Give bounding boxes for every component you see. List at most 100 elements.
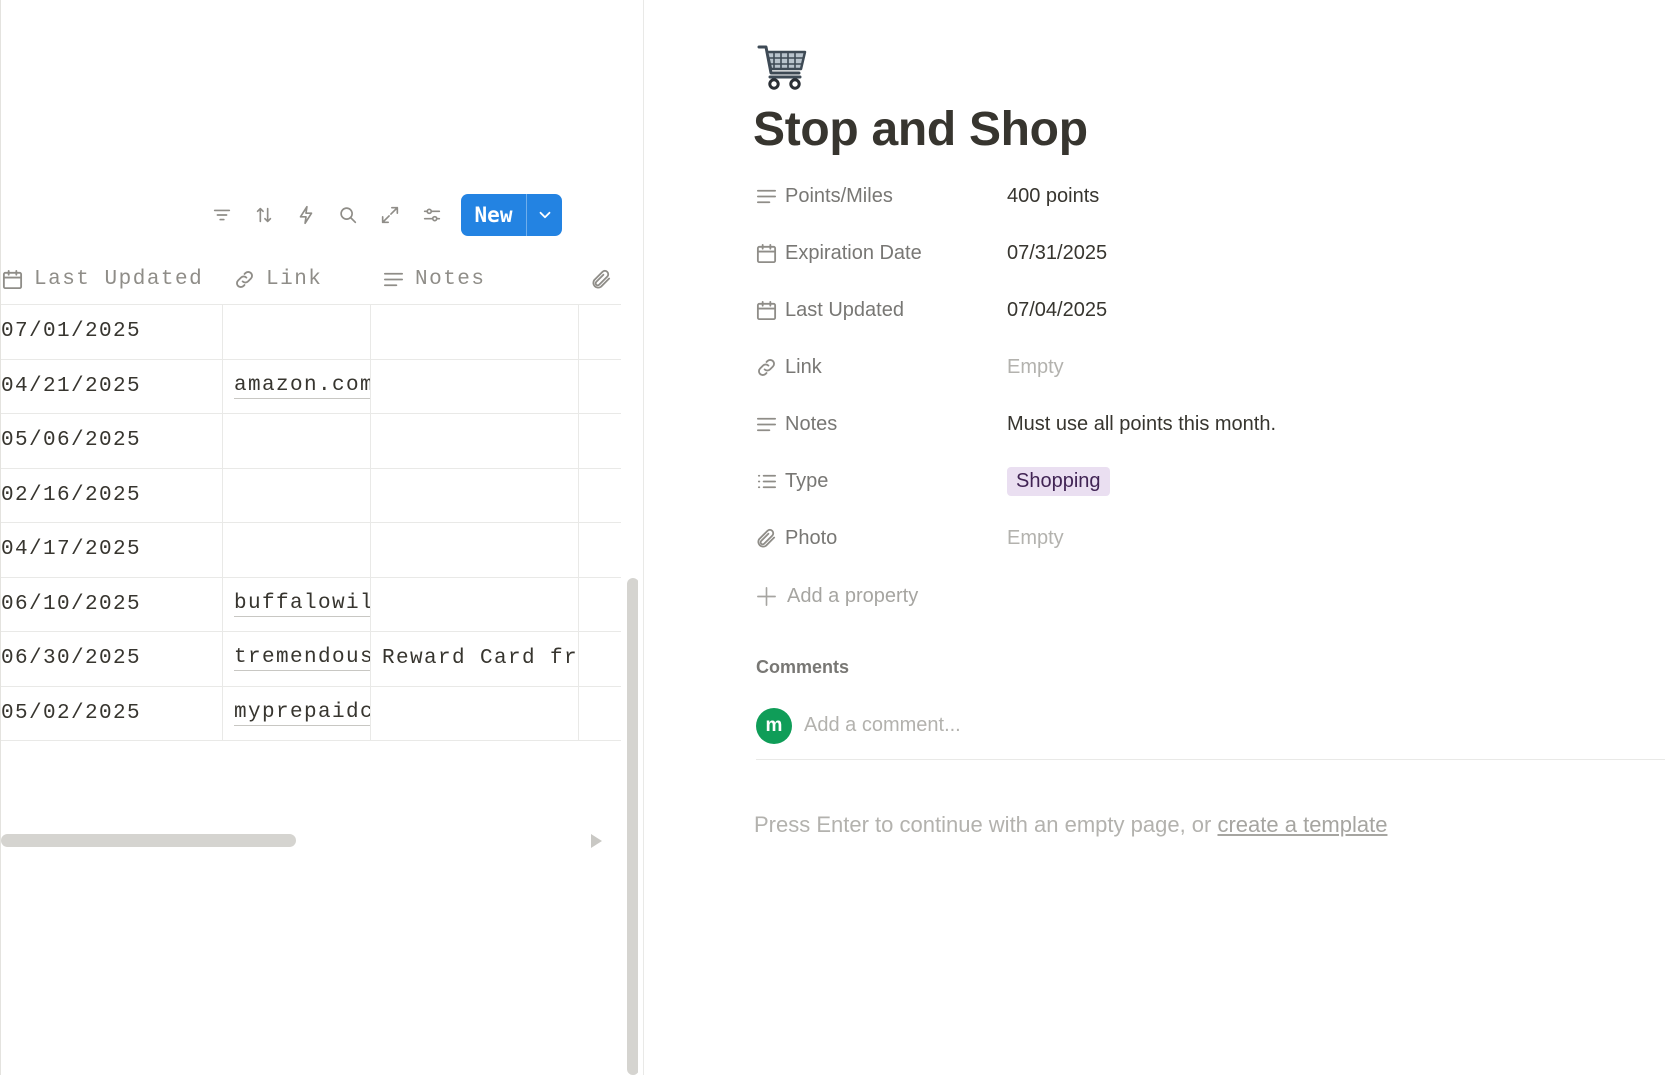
expand-button[interactable] xyxy=(369,200,411,230)
link-text[interactable]: amazon.com xyxy=(234,374,370,399)
cell-notes[interactable] xyxy=(370,686,578,740)
link-text[interactable]: myprepaidc xyxy=(234,701,370,726)
add-property-button[interactable]: Add a property xyxy=(755,570,918,622)
cell-photo[interactable] xyxy=(578,523,618,577)
cell-last-updated[interactable]: 05/02/2025 xyxy=(1,687,221,741)
cell-notes[interactable] xyxy=(370,523,578,577)
property-name[interactable]: Last Updated xyxy=(755,282,995,339)
page-title[interactable]: Stop and Shop xyxy=(753,102,1088,157)
cell-link[interactable]: myprepaidc xyxy=(222,686,370,740)
property-notes: Notes Must use all points this month. xyxy=(755,396,1655,453)
property-value[interactable]: Must use all points this month. xyxy=(1007,396,1276,453)
settings-icon xyxy=(423,207,441,222)
horizontal-scroll-thumb[interactable] xyxy=(1,834,296,847)
cell-last-updated[interactable]: 07/01/2025 xyxy=(1,305,221,359)
comment-composer: m xyxy=(756,700,1665,760)
vertical-scroll-thumb[interactable] xyxy=(627,578,638,1075)
shopping-cart-icon[interactable] xyxy=(757,42,809,94)
cell-notes[interactable]: Reward Card fro xyxy=(370,632,578,686)
search-button[interactable] xyxy=(327,200,369,230)
link-text[interactable]: buffalowil xyxy=(234,592,370,617)
property-value[interactable]: Empty xyxy=(1007,339,1064,396)
new-button[interactable]: New xyxy=(461,193,527,236)
cell-link[interactable] xyxy=(222,468,370,522)
column-label: Last Updated xyxy=(34,267,204,291)
cell-notes[interactable] xyxy=(370,359,578,413)
create-template-link[interactable]: create a template xyxy=(1217,812,1387,837)
cell-notes[interactable] xyxy=(370,305,578,359)
column-header-link[interactable]: Link xyxy=(233,253,322,305)
cell-link[interactable]: tremendous xyxy=(222,632,370,686)
property-name[interactable]: Photo xyxy=(755,510,995,567)
link-text[interactable]: tremendous xyxy=(234,646,370,672)
cell-link[interactable]: amazon.com xyxy=(222,359,370,413)
automation-icon xyxy=(299,205,313,224)
column-header-photo[interactable] xyxy=(590,253,623,305)
cell-photo[interactable] xyxy=(578,305,618,359)
cell-link[interactable] xyxy=(222,523,370,577)
cell-last-updated[interactable]: 02/16/2025 xyxy=(1,469,221,523)
property-value[interactable]: 400 points xyxy=(1007,168,1099,225)
table-row[interactable]: 07/01/2025 xyxy=(1,305,621,360)
property-name[interactable]: Link xyxy=(755,339,995,396)
table-row[interactable]: 02/16/2025 xyxy=(1,468,621,523)
property-value[interactable]: 07/04/2025 xyxy=(1007,282,1107,339)
property-label: Last Updated xyxy=(785,299,904,321)
paperclip-icon xyxy=(592,269,611,289)
cell-last-updated[interactable]: 06/30/2025 xyxy=(1,632,221,686)
cell-photo[interactable] xyxy=(578,577,618,631)
cell-link[interactable]: buffalowil xyxy=(222,577,370,631)
cell-last-updated[interactable]: 04/17/2025 xyxy=(1,523,221,577)
cell-last-updated[interactable]: 06/10/2025 xyxy=(1,578,221,632)
empty-page-hint-text: Press Enter to continue with an empty pa… xyxy=(754,812,1218,837)
cell-notes[interactable] xyxy=(370,577,578,631)
cell-photo[interactable] xyxy=(578,686,618,740)
automation-button[interactable] xyxy=(285,200,327,230)
cell-photo[interactable] xyxy=(578,414,618,468)
column-header-notes[interactable]: Notes xyxy=(382,253,486,305)
cell-last-updated[interactable]: 04/21/2025 xyxy=(1,360,221,414)
property-value[interactable]: Shopping xyxy=(1007,453,1110,510)
property-name[interactable]: Type xyxy=(755,453,995,510)
text-icon xyxy=(383,272,404,286)
view-settings-button[interactable] xyxy=(411,200,453,230)
property-name[interactable]: Points/Miles xyxy=(755,168,995,225)
filter-icon xyxy=(213,209,231,220)
cell-link[interactable] xyxy=(222,414,370,468)
plus-icon xyxy=(757,586,776,606)
chevron-down-icon xyxy=(539,211,550,218)
cell-photo[interactable] xyxy=(578,359,618,413)
property-value[interactable]: 07/31/2025 xyxy=(1007,225,1107,282)
table-row[interactable]: 05/06/2025 xyxy=(1,414,621,469)
cell-photo[interactable] xyxy=(578,468,618,522)
table-row[interactable]: 04/21/2025 amazon.com xyxy=(1,359,621,414)
scroll-right-icon[interactable] xyxy=(591,834,602,848)
cell-photo[interactable] xyxy=(578,632,618,686)
cell-notes[interactable] xyxy=(370,468,578,522)
property-name[interactable]: Expiration Date xyxy=(755,225,995,282)
table-row[interactable]: 06/30/2025 tremendous Reward Card fro xyxy=(1,632,621,687)
table-row[interactable]: 06/10/2025 buffalowil xyxy=(1,577,621,632)
cell-link[interactable] xyxy=(222,305,370,359)
add-property-label: Add a property xyxy=(787,584,919,607)
avatar: m xyxy=(756,707,792,744)
sort-button[interactable] xyxy=(243,200,285,230)
database-pane: New Last Updated Link Notes 07/01/2025 0… xyxy=(0,0,638,1075)
column-label: Notes xyxy=(415,267,486,291)
cell-last-updated[interactable]: 05/06/2025 xyxy=(1,414,221,468)
property-name[interactable]: Notes xyxy=(755,396,995,453)
column-header-last-updated[interactable]: Last Updated xyxy=(1,253,203,305)
horizontal-scrollbar[interactable] xyxy=(1,834,611,848)
cell-notes[interactable] xyxy=(370,414,578,468)
new-options-button[interactable] xyxy=(527,194,562,236)
list-icon xyxy=(757,474,777,489)
comment-input[interactable] xyxy=(804,714,1404,737)
table-row[interactable]: 04/17/2025 xyxy=(1,523,621,578)
property-last-updated: Last Updated 07/04/2025 xyxy=(755,282,1655,339)
type-tag[interactable]: Shopping xyxy=(1007,467,1110,496)
text-icon xyxy=(756,417,777,432)
filter-button[interactable] xyxy=(201,200,243,230)
property-value[interactable]: Empty xyxy=(1007,510,1064,567)
table-row[interactable]: 05/02/2025 myprepaidc xyxy=(1,686,621,741)
table-body: 07/01/2025 04/21/2025 amazon.com 05/06/2025… xyxy=(1,305,621,741)
